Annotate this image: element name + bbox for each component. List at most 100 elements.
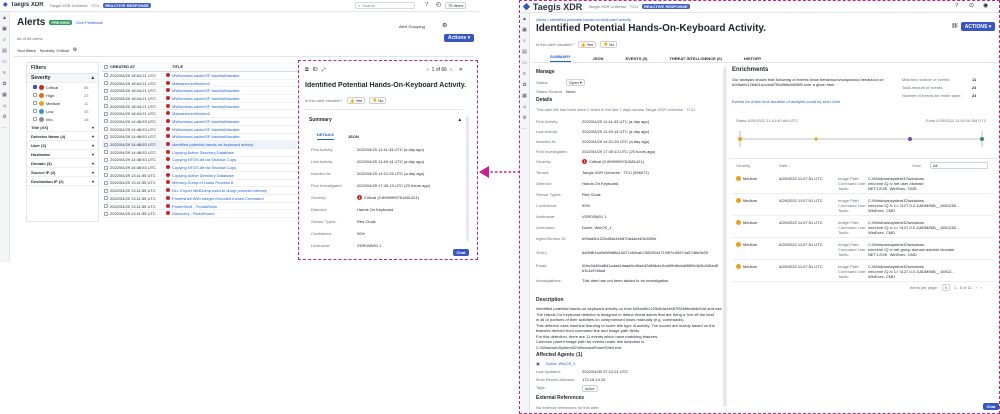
table-row[interactable]: 2022/04/29 14:48:53 UTC Identified potent… [102,141,300,149]
tab-history[interactable]: HISTORY [744,56,762,61]
search-nav-icon[interactable]: ⌕ [523,39,526,44]
next-icon[interactable]: › [450,67,452,73]
checkbox[interactable] [33,117,37,121]
filter-section[interactable]: Detector Name (4) ▾ [27,132,98,141]
row-checkbox[interactable] [104,127,108,132]
table-row[interactable]: 2022/04/29 13:11:55 UTC Copying Active Di… [102,172,300,180]
users-icon[interactable]: ☺ [2,104,7,109]
row-checkbox[interactable] [104,180,108,185]
row-checkbox[interactable] [104,88,108,93]
close-icon[interactable]: ✕ [459,67,463,73]
tab-details[interactable]: DETAILS [317,132,334,140]
help-icon[interactable]: ? [955,3,958,10]
copy-icon[interactable]: ⧉ [305,67,309,73]
row-checkbox[interactable] [104,196,108,201]
severity-option[interactable]: Low 33 [27,107,98,115]
table-row[interactable]: 2022/04/29 13:11:55 UTC Memory Dump of Ls… [102,180,300,188]
tab-events[interactable]: EVENTS (0) [625,56,647,61]
row-checkbox[interactable] [104,188,108,193]
event-row[interactable]: Medium 4/29/2022 11:07:51 UTC Image Path: C… [732,195,994,216]
reports-icon[interactable]: ▦ [522,94,527,99]
filter-section[interactable]: Source IP (2) ▾ [27,168,98,177]
reports-icon[interactable]: ▦ [2,93,7,98]
more-icon[interactable]: ⋯ [2,126,7,131]
yes-button[interactable]: 👍 Yes [577,41,597,48]
tenant-name[interactable]: Taegis XDR Universe · TCU [588,4,638,9]
severity-option[interactable]: Info 18 [27,115,98,123]
filter-severity[interactable]: Severity ▴ [27,74,98,83]
tab-json[interactable]: JSON [593,56,604,61]
search-nav-icon[interactable]: ⌕ [3,38,6,43]
events-link[interactable]: Events for entire time duration of analy… [732,99,841,104]
row-checkbox[interactable] [104,111,108,116]
row-checkbox[interactable] [104,142,108,147]
severity-option[interactable]: High 23 [27,91,98,99]
scrollbar[interactable] [723,67,726,407]
row-checkbox[interactable] [104,204,108,209]
row-checkbox[interactable] [104,104,108,109]
tab-severity-critical[interactable]: Severity: Critical [40,48,69,53]
help-icon[interactable]: ? [425,2,428,9]
col-created-at[interactable]: CREATED AT [110,64,166,69]
table-row[interactable]: 2022/04/29 14:48:53 UTC MWindowsLoader/SF… [102,126,300,134]
actions-button[interactable]: Actions ▾ [444,34,474,42]
checkbox[interactable] [33,109,37,113]
checkbox[interactable] [33,101,37,105]
filter-section[interactable]: Title (XX) ▾ [27,123,98,132]
yes-button[interactable]: 👍 Yes [346,97,366,104]
filter-section[interactable]: Domain (3) ▾ [27,159,98,168]
row-checkbox[interactable] [104,173,108,178]
status-select[interactable]: Open ▾ [566,79,585,86]
integrations-icon[interactable]: ⚙ [522,116,526,121]
settings-gear-icon[interactable]: ⚙ [442,23,447,30]
rules-icon[interactable]: ≡ [523,72,526,77]
hosts-icon[interactable]: ▭ [2,60,7,65]
row-checkbox[interactable] [104,73,108,78]
breadcrumb[interactable]: Alerts / Identified potential hands-on-k… [536,17,631,22]
checkbox[interactable] [33,93,37,97]
tab-your-filters[interactable]: Your filters [17,48,36,53]
expand-icon[interactable]: ⤢ [322,67,326,73]
table-row[interactable]: 2022/04/29 14:48:53 UTC Copying NTDS.dit … [102,164,300,172]
event-row[interactable]: Medium 4/29/2022 11:07:51 UTC Image Path: C… [732,217,994,238]
row-checkbox[interactable] [104,119,108,124]
checkbox[interactable] [33,85,37,89]
row-checkbox[interactable] [104,81,108,86]
brand[interactable]: ◆ Taegis XDR [3,2,44,9]
settings-icon[interactable]: ✿ [522,83,526,88]
row-checkbox[interactable] [104,134,108,139]
alert-grouping-toggle[interactable]: Alert Grouping [399,24,425,29]
link-icon[interactable]: ⛓ [951,23,959,30]
summary-section[interactable]: Summary ▴ [309,117,461,123]
investigations-icon[interactable]: ▣ [522,28,527,33]
col-title[interactable]: TITLE [172,64,300,69]
brand[interactable]: ◆ Taegis XDR [523,1,582,12]
row-checkbox[interactable] [104,96,108,101]
no-button[interactable]: 👎 No [600,41,618,48]
table-row[interactable]: 2022/04/29 14:48:53 UTC Copying NTDS.dit … [102,157,300,165]
next-page-icon[interactable]: › [981,285,982,290]
tenant-name[interactable]: Taegis XDR Universe · TCU [50,3,100,8]
table-row[interactable]: 2022/04/29 13:11:55 UTC DLL Export MiniDu… [102,187,300,195]
table-row[interactable]: 2022/04/29 18:04:21 UTC Malwarex/ecMonito… [102,80,300,88]
notifications-icon[interactable]: ⊙ [969,3,974,10]
actions-button[interactable]: ACTIONS ▾ [961,22,995,31]
view-select[interactable]: All [930,162,988,169]
table-row[interactable]: 2022/04/29 18:04:21 UTC MWindowsLoader/SF… [102,72,300,80]
scrollbar[interactable] [466,116,469,241]
no-button[interactable]: 👎 No [369,97,387,104]
row-checkbox[interactable] [104,150,108,155]
user-avatar[interactable]: ◉ [983,3,988,10]
timer-icon[interactable]: ◴ [436,2,441,9]
filter-section[interactable]: Hostname ▾ [27,150,98,159]
integrations-icon[interactable]: ⚙ [2,115,6,120]
give-feedback-link[interactable]: Give Feedback [76,20,103,25]
more-icon[interactable]: ⋯ [522,127,527,132]
row-checkbox[interactable] [104,165,108,170]
chat-button[interactable]: Chat [453,249,469,256]
investigations-icon[interactable]: ▣ [2,27,7,32]
search-input[interactable]: ⌕ Search [355,2,415,9]
table-row[interactable]: 2022/04/29 14:48:53 UTC MWindowsLoader/SF… [102,134,300,142]
table-row[interactable]: 2022/04/29 13:11:55 UTC Powershell With I… [102,195,300,203]
severity-option[interactable]: Medium 11 [27,99,98,107]
